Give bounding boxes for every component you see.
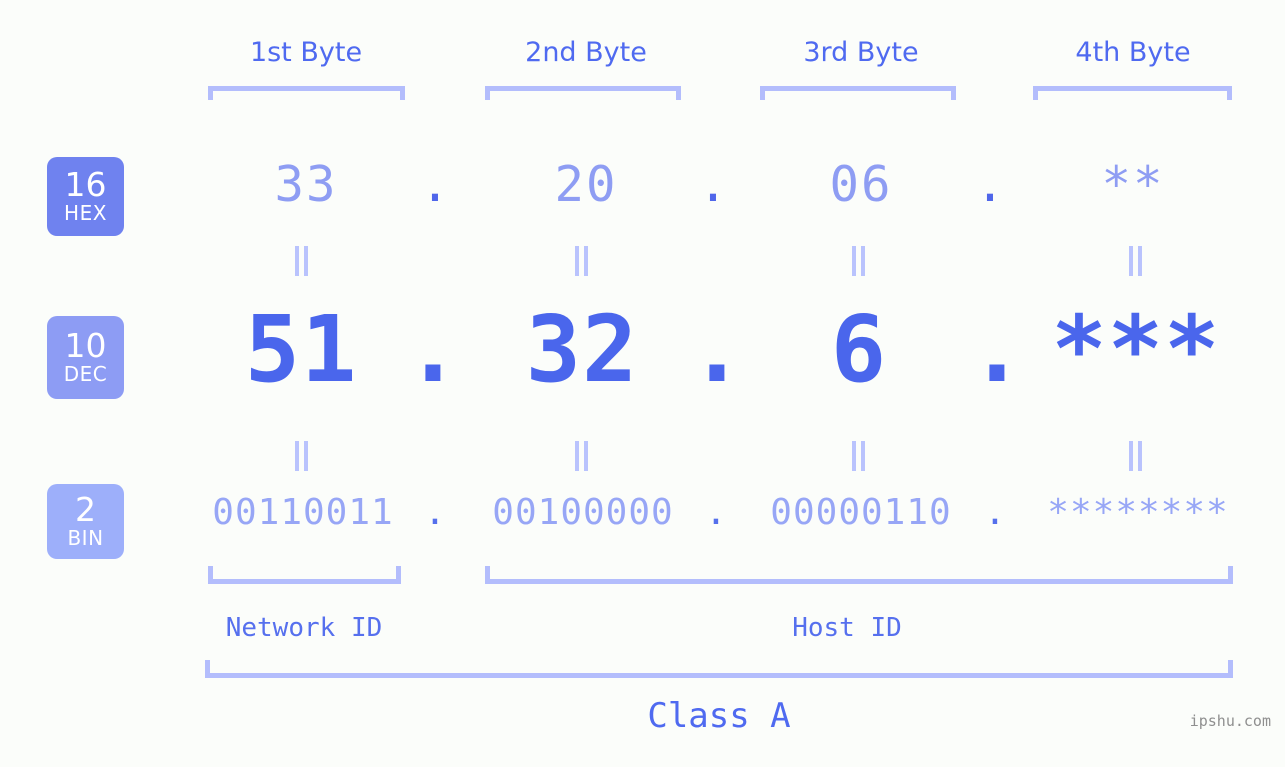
radix-badge-hex-number: 16 — [64, 165, 107, 204]
bin-byte-2: 00100000 — [492, 492, 674, 533]
equals-bar — [1137, 441, 1142, 471]
equals-bar — [294, 246, 299, 276]
bin-byte-3: 00000110 — [770, 492, 952, 533]
equals-bar — [860, 441, 865, 471]
byte-header-1: 1st Byte — [180, 33, 432, 73]
hex-separator-1: . — [420, 156, 450, 213]
equals-bar — [294, 441, 299, 471]
equals-bar — [1137, 246, 1142, 276]
dec-byte-4: *** — [1051, 296, 1221, 403]
bin-byte-1: 00110011 — [212, 492, 394, 533]
equals-bar — [583, 246, 588, 276]
class-label: Class A — [647, 696, 791, 736]
host-id-label: Host ID — [792, 613, 902, 643]
equals-mark-dec-bin-2 — [573, 441, 589, 471]
hex-byte-3: 06 — [829, 156, 893, 213]
equals-bar — [303, 441, 308, 471]
host-id-bracket — [485, 566, 1233, 584]
equals-mark-dec-bin-4 — [1127, 441, 1143, 471]
equals-mark-hex-dec-3 — [850, 246, 866, 276]
class-bracket — [205, 660, 1233, 678]
equals-mark-hex-dec-4 — [1127, 246, 1143, 276]
byte-bracket-4 — [1033, 86, 1232, 100]
bin-byte-4: ******** — [1047, 492, 1229, 533]
equals-bar — [583, 441, 588, 471]
network-id-label: Network ID — [225, 613, 383, 643]
equals-bar — [1128, 441, 1133, 471]
equals-bar — [574, 441, 579, 471]
hex-byte-4: ** — [1101, 156, 1165, 213]
byte-bracket-2 — [485, 86, 681, 100]
radix-badge-bin: 2 BIN — [47, 484, 124, 559]
equals-bar — [860, 246, 865, 276]
byte-bracket-3 — [760, 86, 956, 100]
hex-byte-1: 33 — [274, 156, 338, 213]
equals-bar — [1128, 246, 1133, 276]
radix-badge-dec: 10 DEC — [47, 316, 124, 399]
byte-header-2-label: 2nd Byte — [525, 37, 647, 68]
watermark: ipshu.com — [1189, 712, 1271, 730]
equals-bar — [851, 441, 856, 471]
byte-header-3-label: 3rd Byte — [803, 37, 919, 68]
radix-badge-bin-number: 2 — [75, 490, 96, 529]
byte-header-4: 4th Byte — [1007, 33, 1259, 73]
radix-badge-dec-name: DEC — [63, 362, 108, 386]
byte-header-4-label: 4th Byte — [1075, 37, 1191, 68]
hex-separator-2: . — [698, 156, 728, 213]
hex-byte-2: 20 — [554, 156, 618, 213]
byte-header-2: 2nd Byte — [460, 33, 712, 73]
bin-separator-1: . — [424, 492, 446, 533]
equals-mark-dec-bin-3 — [850, 441, 866, 471]
dec-byte-1: 51 — [244, 296, 358, 403]
dec-byte-2: 32 — [525, 296, 639, 403]
equals-mark-dec-bin-1 — [293, 441, 309, 471]
dec-byte-3: 6 — [830, 296, 888, 403]
dec-separator-1: . — [405, 296, 461, 403]
radix-badge-hex-name: HEX — [64, 201, 107, 225]
equals-bar — [574, 246, 579, 276]
equals-bar — [851, 246, 856, 276]
byte-header-3: 3rd Byte — [735, 33, 987, 73]
radix-badge-bin-name: BIN — [67, 526, 104, 550]
byte-header-1-label: 1st Byte — [249, 37, 363, 68]
equals-bar — [303, 246, 308, 276]
equals-mark-hex-dec-2 — [573, 246, 589, 276]
byte-bracket-1 — [208, 86, 405, 100]
network-id-bracket — [208, 566, 401, 584]
equals-mark-hex-dec-1 — [293, 246, 309, 276]
radix-badge-dec-number: 10 — [64, 326, 107, 365]
radix-badge-hex: 16 HEX — [47, 157, 124, 236]
